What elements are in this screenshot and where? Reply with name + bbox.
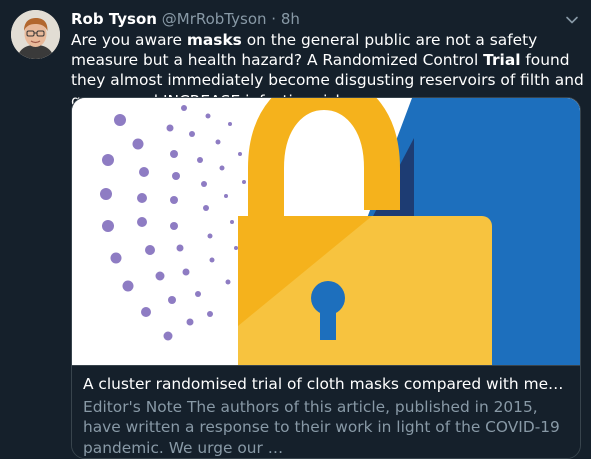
tweet-text-bold-masks: masks [186,31,242,49]
card-description: Editor's Note The authors of this articl… [83,398,560,457]
tweet-text-part: Are you aware [71,31,187,49]
tweet-text-bold-trial: Trial [483,51,521,70]
tweet-header: Rob Tyson @MrRobTyson · 8h [71,9,571,29]
card-image[interactable] [72,98,580,365]
link-card[interactable]: A cluster randomised trial of cloth mask… [71,97,581,459]
author-name[interactable]: Rob Tyson [71,10,157,28]
avatar[interactable] [11,10,60,59]
tweet-timestamp[interactable]: 8h [281,10,300,28]
author-handle[interactable]: @MrRobTyson [162,10,267,28]
avatar-photo [11,10,60,59]
chevron-down-icon[interactable] [565,12,579,26]
card-meta[interactable]: A cluster randomised trial of cloth mask… [72,365,580,458]
separator-dot: · [271,10,277,28]
card-title[interactable]: A cluster randomised trial of cloth mask… [83,374,571,394]
padlock-illustration [72,98,580,365]
